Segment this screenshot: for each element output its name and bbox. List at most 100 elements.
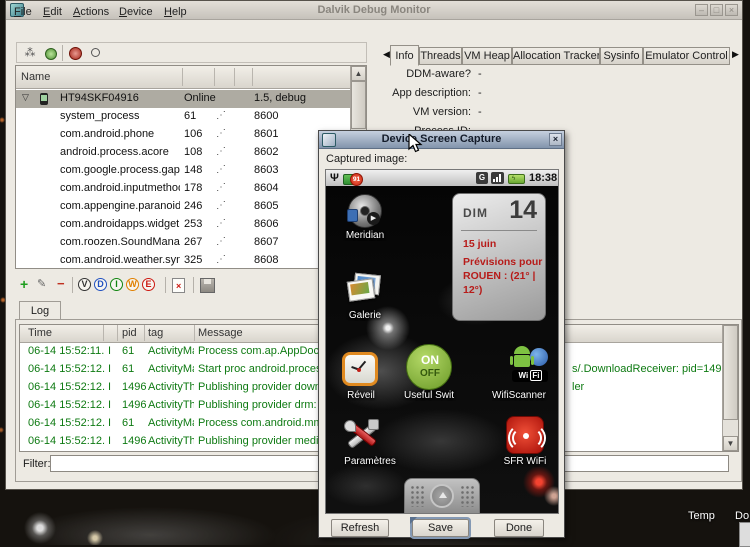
wifiscanner-app-icon[interactable]: Wi Fi (510, 344, 552, 386)
dialog-titlebar[interactable]: Device Screen Capture × (319, 131, 564, 149)
desktop-icon-label[interactable]: Temp (688, 510, 715, 522)
close-button[interactable]: × (725, 4, 738, 16)
process-row[interactable]: android.process.acore108⋰8602 (16, 144, 351, 162)
save-button[interactable]: Save (412, 519, 469, 537)
log-level-warn-icon[interactable]: W (126, 278, 139, 291)
scroll-down-icon[interactable]: ▼ (723, 436, 738, 451)
menu-file[interactable]: FFileile (14, 6, 32, 18)
tab-info[interactable]: Info (390, 45, 419, 66)
notification-count-badge: 91 (350, 173, 363, 186)
menu-actions[interactable]: Actions (73, 6, 109, 18)
debug-process-icon[interactable]: ⁂ (23, 46, 37, 60)
update-threads-icon[interactable] (89, 46, 103, 60)
scrollbar-thumb[interactable] (723, 325, 738, 420)
app-label: Meridian (326, 230, 404, 241)
delete-filter-icon[interactable]: − (57, 276, 65, 291)
scroll-up-icon[interactable]: ▲ (351, 66, 366, 81)
process-row[interactable]: com.android.weather.sync325⋰8608 (16, 252, 351, 269)
process-row[interactable]: com.appengine.paranoid_246⋰8605 (16, 198, 351, 216)
app-label: Paramètres (326, 456, 414, 467)
done-button[interactable]: Done (494, 519, 544, 537)
meridian-app-icon[interactable]: ▶ (348, 194, 382, 228)
device-process-table: Name ▽ HT94SKF04916 Online 1.5, debug sy… (15, 65, 367, 269)
refresh-button[interactable]: Refresh (331, 519, 389, 537)
tab-emulator-control[interactable]: Emulator Control (643, 47, 730, 65)
expand-triangle-icon[interactable]: ▽ (22, 92, 29, 103)
process-row[interactable]: system_process61⋰8600 (16, 108, 351, 126)
window-titlebar[interactable]: Dalvik Debug Monitor – □ × (6, 1, 742, 20)
minimize-button[interactable]: – (695, 4, 708, 16)
tab-threads[interactable]: Threads (419, 47, 462, 65)
log-level-error-icon[interactable]: E (142, 278, 155, 291)
sfr-wifi-app-icon[interactable] (506, 416, 544, 454)
tab-allocation-tracker[interactable]: Allocation Tracker (512, 47, 600, 65)
debug-link-icon: ⋰ (216, 254, 226, 265)
log-toolbar: + ✎ − V D I W E × (15, 275, 367, 295)
tab-scroll-right-icon[interactable]: ▶ (732, 49, 739, 60)
process-row[interactable]: com.google.process.gapp148⋰8603 (16, 162, 351, 180)
drawer-open-icon[interactable] (430, 484, 454, 508)
app-label: SFR WiFi (490, 456, 558, 467)
tab-sysinfo[interactable]: Sysinfo (600, 47, 643, 65)
process-row[interactable]: com.android.phone106⋰8601 (16, 126, 351, 144)
tab-log[interactable]: Log (19, 301, 61, 321)
dialog-close-icon[interactable]: × (549, 133, 562, 146)
app-label: Galerie (326, 310, 404, 321)
menu-edit[interactable]: Edit (43, 6, 62, 18)
tab-scroll-left-icon[interactable]: ◀ (383, 49, 390, 60)
update-heap-icon[interactable] (43, 46, 57, 60)
battery-icon: ϟ (508, 174, 525, 184)
info-field-value: - (478, 68, 482, 80)
widget-forecast-line: ROUEN : (21° | (463, 270, 535, 282)
wifi-badge: Wi Fi (512, 370, 548, 382)
device-status: Online (184, 92, 216, 104)
calendar-weather-widget[interactable]: DIM 14 15 juin Prévisions pour ROUEN : (… (452, 193, 546, 321)
column-pid: pid (122, 327, 137, 339)
useful-switchers-app-icon[interactable]: ON OFF (406, 344, 452, 390)
desktop-icon-label[interactable]: Do (735, 510, 749, 522)
widget-day-number: 14 (509, 196, 537, 225)
maximize-button[interactable]: □ (710, 4, 723, 16)
window-fragment (739, 522, 750, 547)
menu-device[interactable]: Device (119, 6, 153, 18)
widget-day: DIM (463, 206, 488, 220)
reveil-app-icon[interactable] (342, 352, 378, 386)
tab-vm-heap[interactable]: VM Heap (462, 47, 512, 65)
device-table-header[interactable]: Name (16, 66, 366, 89)
galerie-app-icon[interactable] (348, 272, 382, 304)
phone-icon (40, 93, 48, 105)
device-info: 1.5, debug (254, 92, 306, 104)
menu-help[interactable]: Help (164, 6, 187, 18)
info-field-value: - (478, 87, 482, 99)
debug-link-icon: ⋰ (216, 182, 226, 193)
process-row[interactable]: com.androidapps.widget.b253⋰8606 (16, 216, 351, 234)
signal-strength-icon (491, 172, 504, 184)
column-name: Name (21, 71, 50, 83)
scrollbar-thumb[interactable] (351, 81, 366, 129)
log-scrollbar[interactable]: ▼ (722, 325, 738, 451)
info-field-label: VM version: (389, 106, 471, 118)
device-serial: HT94SKF04916 (60, 92, 139, 104)
device-row[interactable]: ▽ HT94SKF04916 Online 1.5, debug (16, 90, 367, 108)
usb-icon: Ψ (330, 172, 339, 184)
clear-log-icon[interactable]: × (172, 278, 185, 293)
phone-status-bar: Ψ 91 G ϟ 18:38 (326, 170, 558, 187)
focus-corner-marker (410, 517, 417, 524)
app-label: Useful Swit (382, 390, 476, 401)
log-level-debug-icon[interactable]: D (94, 278, 107, 291)
parametres-app-icon[interactable] (342, 416, 382, 454)
process-row[interactable]: com.roozen.SoundManag267⋰8607 (16, 234, 351, 252)
app-drawer-handle[interactable] (404, 478, 480, 513)
toolbar-separator (62, 45, 63, 61)
app-label: WifiScanner (492, 390, 558, 401)
log-level-info-icon[interactable]: I (110, 278, 123, 291)
add-filter-icon[interactable]: + (20, 276, 28, 292)
captured-image-label: Captured image: (326, 153, 407, 165)
export-log-icon[interactable] (200, 278, 215, 293)
on-label: ON (407, 353, 453, 367)
stop-process-icon[interactable] (68, 46, 82, 60)
edit-filter-icon[interactable]: ✎ (37, 277, 46, 290)
process-row[interactable]: com.android.inputmethod178⋰8604 (16, 180, 351, 198)
window-title: Dalvik Debug Monitor (6, 4, 742, 16)
log-level-verbose-icon[interactable]: V (78, 278, 91, 291)
